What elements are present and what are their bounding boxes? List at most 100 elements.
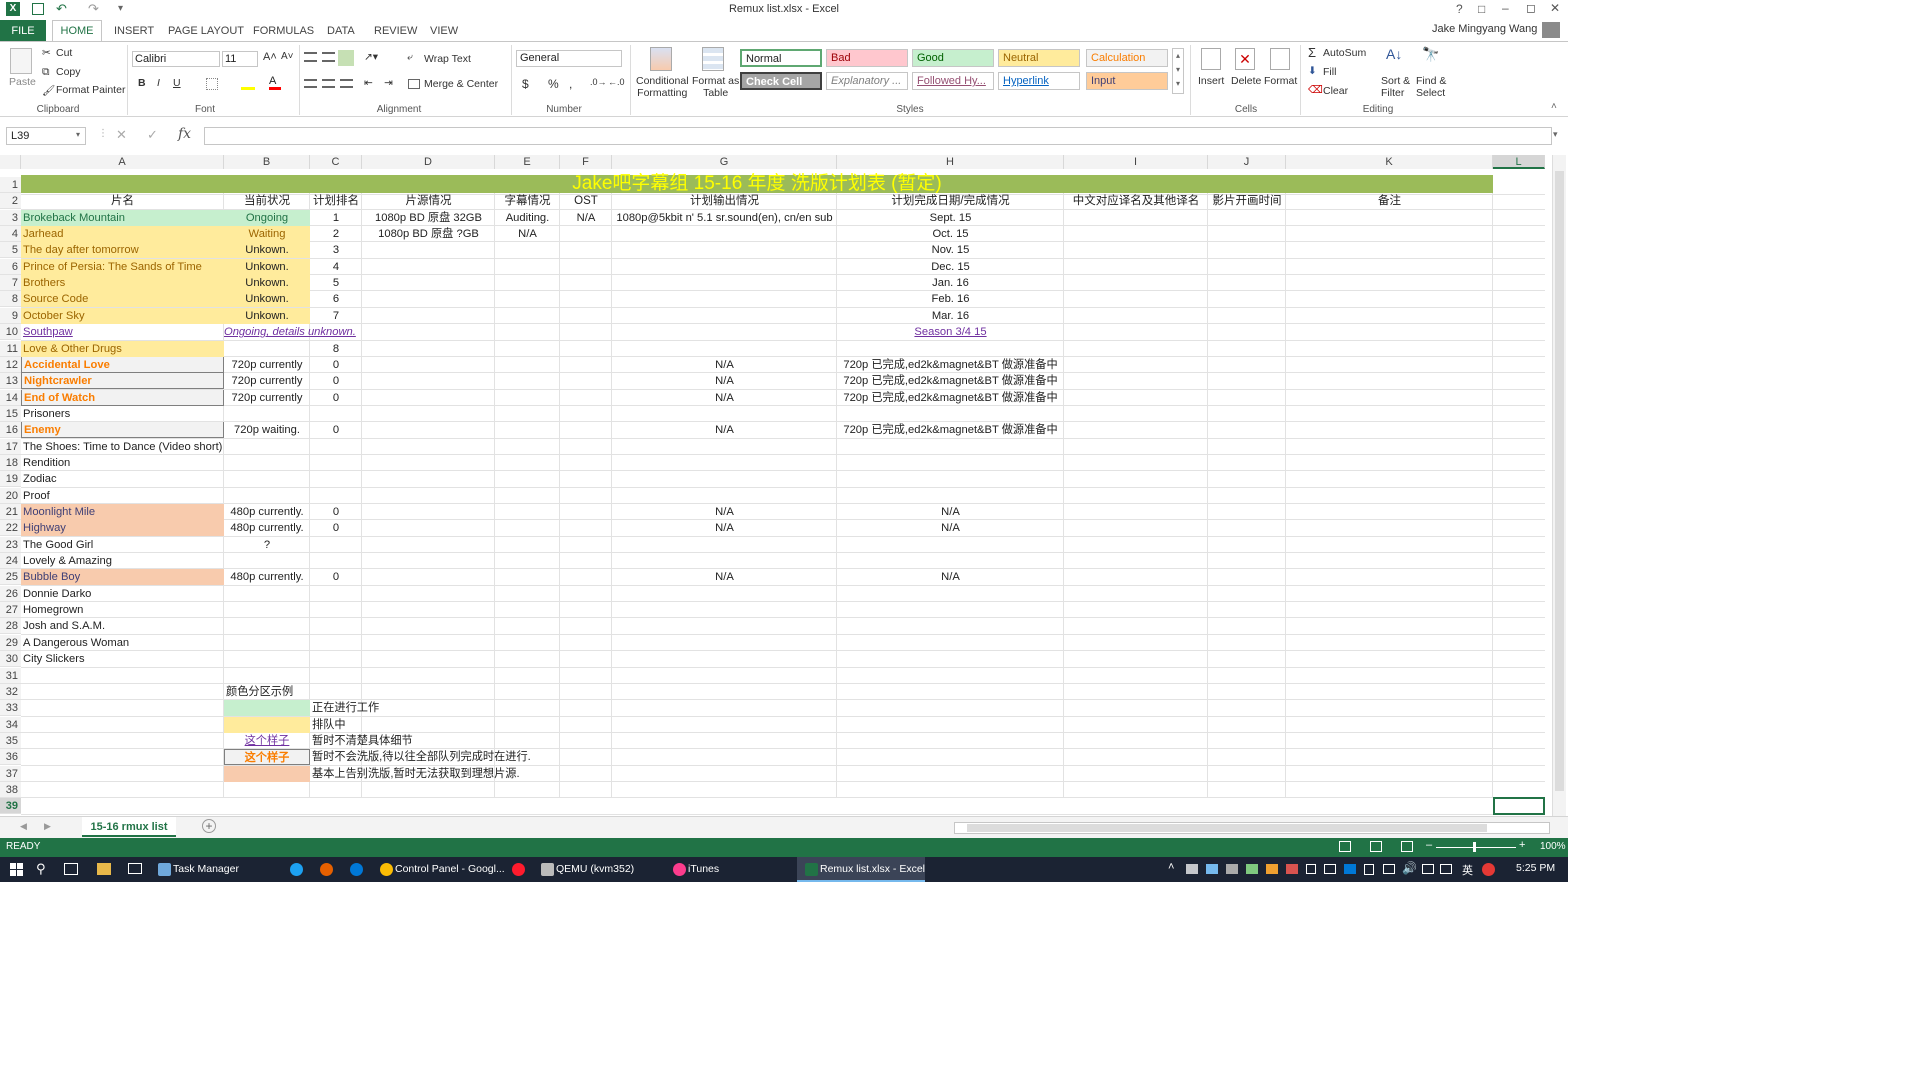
column-header[interactable]: K [1286, 155, 1493, 169]
row-header[interactable]: 5 [0, 242, 21, 259]
column-header[interactable]: F [560, 155, 612, 169]
legend-text[interactable]: 基本上告别洗版,暂时无法获取到理想片源. [312, 766, 520, 782]
cell-a[interactable]: Source Code [21, 291, 224, 308]
bold-button[interactable]: B [138, 77, 146, 89]
cell-g[interactable]: N/A [612, 373, 837, 389]
fill-color-icon[interactable] [241, 78, 255, 90]
find-select-icon[interactable]: 🔭 [1422, 46, 1439, 63]
wrap-text-button[interactable]: Wrap Text [424, 53, 471, 65]
column-title[interactable]: 计划完成日期/完成情况 [837, 193, 1064, 209]
collapse-ribbon-icon[interactable]: ˄ [1551, 101, 1557, 112]
tray-icon[interactable] [1482, 863, 1495, 876]
minimize-icon[interactable]: – [1502, 1, 1509, 15]
zoom-in-icon[interactable]: + [1519, 839, 1525, 851]
format-painter-icon[interactable]: 🖌 [42, 84, 55, 97]
cell-c[interactable]: 0 [310, 569, 362, 585]
cell-g[interactable]: N/A [612, 390, 837, 406]
cell-h[interactable]: N/A [837, 504, 1064, 520]
cell-g[interactable]: 1080p@5kbit n' 5.1 sr.sound(en), cn/en s… [612, 210, 837, 226]
row-header[interactable]: 30 [0, 651, 21, 668]
taskbar-control-panel[interactable]: Control Panel - Googl... [373, 857, 505, 882]
cell-c[interactable]: 0 [310, 504, 362, 520]
cell-c[interactable]: 4 [310, 259, 362, 275]
cell-b[interactable]: ? [224, 537, 310, 553]
cell-f[interactable]: N/A [560, 210, 612, 226]
sheet-tab-active[interactable]: 15-16 rmux list [82, 817, 176, 837]
firefox-icon[interactable] [320, 863, 333, 876]
row-header[interactable]: 7 [0, 275, 21, 292]
legend-text[interactable]: 正在进行工作 [312, 700, 379, 716]
taskbar-qemu[interactable]: QEMU (kvm352) [534, 857, 634, 882]
normal-view-icon[interactable] [1339, 841, 1351, 852]
row-header[interactable]: 32 [0, 683, 21, 700]
legend-swatch[interactable] [224, 716, 310, 733]
decrease-decimal-icon[interactable]: ←.0 [608, 77, 625, 87]
tab-formulas[interactable]: FORMULAS [253, 21, 314, 41]
merge-center-button[interactable]: Merge & Center [424, 78, 498, 90]
cell-c[interactable]: 7 [310, 308, 362, 324]
row-header[interactable]: 38 [0, 781, 21, 798]
cell-b[interactable]: 720p currently [224, 373, 310, 389]
cell-a[interactable]: Prisoners [21, 406, 224, 422]
merge-center-icon[interactable] [408, 79, 420, 89]
cell-a[interactable]: Moonlight Mile [21, 504, 224, 520]
cell-style-good[interactable]: Good [912, 49, 994, 67]
row-header[interactable]: 18 [0, 454, 21, 471]
format-cells-icon[interactable] [1270, 48, 1290, 70]
cell-b[interactable]: 720p waiting. [224, 422, 310, 438]
column-header[interactable]: A [21, 155, 224, 169]
tab-view[interactable]: VIEW [430, 21, 458, 41]
cell-a[interactable]: City Slickers [21, 651, 224, 667]
fill-icon[interactable]: ⬇ [1308, 65, 1317, 77]
legend-text[interactable]: 排队中 [312, 717, 346, 733]
legend-text[interactable]: 暂时不会洗版,待以往全部队列完成时在进行. [312, 749, 531, 765]
cell-b[interactable]: 480p currently. [224, 569, 310, 585]
insert-button[interactable]: Insert [1198, 75, 1224, 87]
copy-icon[interactable]: ⧉ [42, 66, 50, 79]
currency-button[interactable]: $ [522, 77, 529, 91]
restore-icon[interactable]: ◻ [1526, 1, 1536, 15]
tab-insert[interactable]: INSERT [114, 21, 154, 41]
network-icon[interactable] [1324, 864, 1336, 874]
column-header[interactable]: E [495, 155, 560, 169]
number-format-select[interactable]: General [516, 50, 622, 67]
column-title[interactable]: 当前状况 [224, 193, 310, 209]
cell-a[interactable]: Nightcrawler [21, 373, 224, 390]
cell-style-calculation[interactable]: Calculation [1086, 49, 1168, 67]
cell-a[interactable]: A Dangerous Woman [21, 635, 224, 651]
cell-b[interactable]: Unkown. [224, 242, 310, 259]
row-header[interactable]: 27 [0, 602, 21, 619]
column-title[interactable]: 中文对应译名及其他译名 [1064, 193, 1208, 209]
cell-a[interactable]: Prince of Persia: The Sands of Time [21, 258, 224, 275]
new-sheet-icon[interactable]: + [202, 819, 216, 833]
legend-swatch[interactable]: 这个样子 [224, 749, 310, 766]
help-icon[interactable]: ? [1456, 2, 1463, 16]
cut-icon[interactable]: ✂ [42, 47, 51, 59]
zoom-slider[interactable] [1436, 847, 1516, 848]
cell-g[interactable]: N/A [612, 569, 837, 585]
tray-icon[interactable] [1286, 864, 1298, 874]
cell-d[interactable]: 1080p BD 原盘 32GB [362, 210, 495, 226]
prev-sheet-icon[interactable]: ◀ [20, 821, 27, 832]
clock[interactable]: 5:25 PM [1516, 862, 1555, 874]
vertical-scrollbar[interactable] [1552, 155, 1566, 816]
column-header[interactable]: G [612, 155, 837, 169]
tray-icon[interactable] [1422, 864, 1434, 874]
cell-h[interactable]: Dec. 15 [837, 259, 1064, 275]
comma-button[interactable]: , [569, 77, 572, 91]
cell-a[interactable]: The day after tomorrow [21, 242, 224, 259]
row-header[interactable]: 21 [0, 504, 21, 520]
tab-data[interactable]: DATA [327, 21, 355, 41]
cell-b[interactable]: 480p currently. [224, 520, 310, 536]
lock-icon[interactable] [1306, 864, 1316, 874]
cell-style-input[interactable]: Input [1086, 72, 1168, 90]
cell-h[interactable]: Mar. 16 [837, 308, 1064, 324]
tray-icon[interactable] [1246, 864, 1258, 874]
middle-align-icon[interactable] [322, 52, 335, 62]
cell-a[interactable]: Josh and S.A.M. [21, 618, 224, 634]
cell-c[interactable]: 8 [310, 341, 362, 357]
column-header[interactable]: J [1208, 155, 1286, 169]
row-header[interactable]: 22 [0, 520, 21, 537]
tab-file[interactable]: FILE [0, 20, 46, 42]
row-header[interactable]: 1 [0, 177, 21, 193]
